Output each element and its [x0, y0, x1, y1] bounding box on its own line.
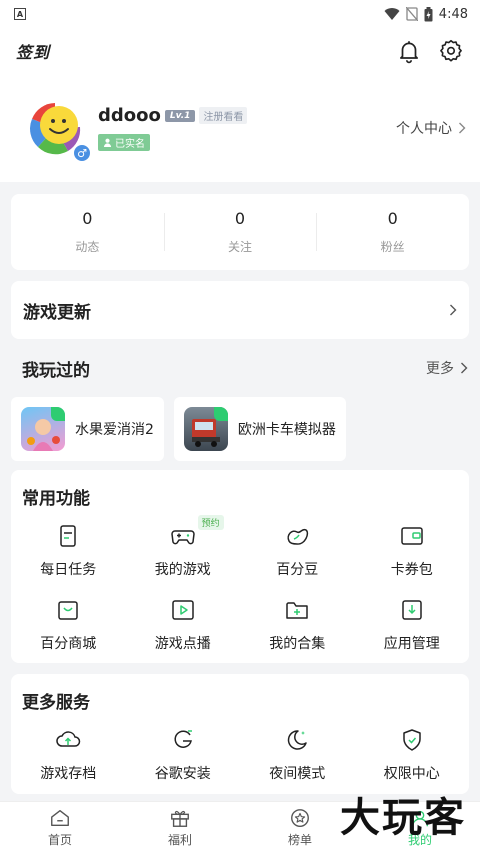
service-label: 游戏存档 [40, 766, 97, 782]
services-title: 更多服务 [22, 693, 90, 713]
function-label: 卡券包 [390, 562, 433, 578]
coupon-wallet-button[interactable]: 卡券包 [355, 523, 470, 579]
status-bar: A 4:48 [0, 0, 480, 28]
notification-a-icon: A [14, 8, 26, 20]
stat-label: 关注 [228, 240, 253, 254]
tab-welfare[interactable]: 福利 [120, 802, 240, 853]
battery-charging-icon [424, 6, 433, 21]
function-label: 我的合集 [269, 636, 326, 652]
signin-button[interactable]: 签到 [16, 39, 50, 63]
game-save-button[interactable]: 游戏存档 [11, 727, 126, 783]
personal-center-label: 个人中心 [396, 121, 452, 137]
game-name: 水果爱消消2 [75, 422, 154, 438]
wifi-icon [384, 8, 400, 20]
my-games-button[interactable]: 预约 我的游戏 [126, 515, 241, 579]
truck-game-thumb-icon [183, 407, 228, 451]
tab-label: 福利 [167, 833, 192, 847]
no-sim-icon [405, 7, 418, 21]
app-manage-button[interactable]: 应用管理 [355, 597, 470, 653]
game-update-row[interactable]: 游戏更新 [11, 281, 469, 339]
game-name: 欧洲卡车模拟器 [237, 422, 336, 438]
played-game-item[interactable]: 水果爱消消2 [11, 397, 164, 461]
google-install-button[interactable]: 谷歌安装 [126, 727, 241, 783]
wallet-icon [401, 527, 423, 545]
stats-card: 0 动态 0 关注 0 粉丝 [11, 194, 469, 270]
gift-icon [171, 810, 189, 827]
beans-button[interactable]: 百分豆 [240, 523, 355, 579]
watermark-logo: 大玩客 [340, 795, 466, 841]
played-list: 水果爱消消2 欧洲卡车模拟器 [0, 397, 480, 461]
app-header: 签到 [0, 28, 480, 74]
service-label: 夜间模式 [269, 766, 326, 782]
tab-label: 首页 [47, 833, 72, 847]
profile-section[interactable]: ♂ ddooo Lv.1 注册看看 已实名 个人中心 [0, 74, 480, 182]
star-badge-icon [291, 809, 309, 827]
username: ddooo [98, 105, 161, 126]
common-functions-card: 常用功能 每日任务 预约 我的游戏 百分豆 卡券包 百分商城 游戏点播 我的合集… [11, 470, 469, 663]
task-clipboard-icon [60, 525, 76, 547]
bean-icon [287, 528, 309, 545]
stat-following[interactable]: 0 关注 [163, 209, 317, 255]
cloud-upload-icon [56, 731, 81, 747]
reserve-badge: 预约 [197, 515, 224, 530]
stat-label: 动态 [75, 240, 100, 254]
played-game-item[interactable]: 欧洲卡车模拟器 [173, 397, 346, 461]
service-label: 权限中心 [383, 766, 440, 782]
verified-badge: 已实名 [98, 134, 150, 151]
video-play-icon [172, 600, 194, 620]
tab-home[interactable]: 首页 [0, 802, 120, 853]
person-icon [103, 138, 112, 147]
function-label: 百分商城 [40, 636, 97, 652]
mall-button[interactable]: 百分商城 [11, 597, 126, 653]
function-label: 游戏点播 [154, 636, 211, 652]
verified-label: 已实名 [115, 139, 145, 150]
avatar[interactable]: ♂ [24, 97, 92, 163]
google-g-icon [174, 730, 192, 748]
register-tag: 注册看看 [199, 107, 248, 124]
permission-center-button[interactable]: 权限中心 [355, 727, 470, 783]
settings-gear-icon[interactable] [438, 38, 464, 64]
stat-value: 0 [82, 209, 93, 228]
home-icon [51, 809, 69, 827]
clock: 4:48 [438, 6, 468, 22]
functions-title: 常用功能 [22, 489, 90, 509]
stat-fans[interactable]: 0 粉丝 [316, 209, 469, 255]
function-label: 我的游戏 [154, 562, 211, 578]
more-label: 更多 [426, 361, 454, 377]
service-label: 谷歌安装 [154, 766, 211, 782]
folder-add-icon [286, 602, 308, 619]
shopping-bag-icon [58, 601, 78, 620]
download-box-icon [402, 600, 422, 620]
gender-male-icon: ♂ [72, 143, 92, 163]
played-header: 我玩过的 更多 [0, 339, 480, 397]
night-mode-button[interactable]: 夜间模式 [240, 727, 355, 783]
chevron-right-icon [461, 362, 468, 374]
played-title: 我玩过的 [22, 360, 90, 381]
more-services-card: 更多服务 游戏存档 谷歌安装 夜间模式 权限中心 [11, 674, 469, 794]
function-label: 应用管理 [383, 636, 440, 652]
chevron-right-icon [459, 122, 466, 134]
stat-value: 0 [234, 209, 246, 228]
gamepad-icon [170, 530, 195, 545]
personal-center-link[interactable]: 个人中心 [396, 118, 466, 138]
played-more-link[interactable]: 更多 [426, 358, 468, 378]
shield-icon [403, 729, 421, 751]
stat-label: 粉丝 [380, 240, 405, 254]
function-label: 每日任务 [40, 562, 97, 578]
daily-task-button[interactable]: 每日任务 [11, 523, 126, 579]
stat-posts[interactable]: 0 动态 [11, 209, 164, 255]
fruit-game-thumb-icon [21, 407, 65, 451]
chevron-right-icon [450, 304, 457, 316]
game-update-title: 游戏更新 [23, 302, 91, 323]
bell-icon[interactable] [396, 38, 422, 64]
level-badge: Lv.1 [164, 109, 196, 122]
my-collection-button[interactable]: 我的合集 [240, 597, 355, 653]
game-vod-button[interactable]: 游戏点播 [126, 597, 241, 653]
moon-icon [288, 730, 307, 750]
tab-label: 榜单 [287, 833, 312, 847]
function-label: 百分豆 [276, 562, 319, 578]
stat-value: 0 [387, 209, 398, 228]
